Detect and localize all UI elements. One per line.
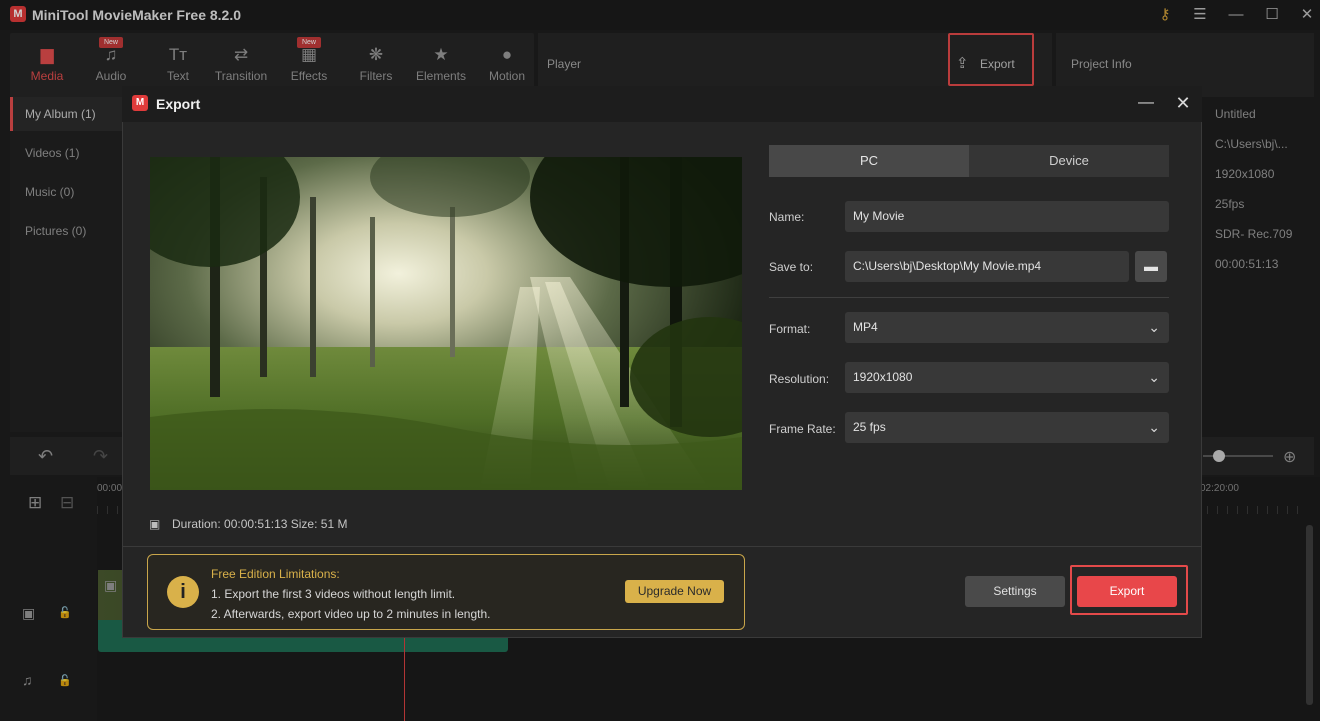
limitations-line-2: 2. Afterwards, export video up to 2 minu… xyxy=(211,607,491,621)
export-dialog-header xyxy=(122,86,1202,122)
tab-pc[interactable]: PC xyxy=(769,145,969,177)
dialog-close-button[interactable]: ✕ xyxy=(1172,92,1194,114)
saveto-label: Save to: xyxy=(769,260,814,274)
name-field[interactable]: My Movie xyxy=(845,201,1169,232)
limitations-title: Free Edition Limitations: xyxy=(211,567,340,581)
chevron-down-icon: ⌄ xyxy=(1148,369,1160,385)
format-value: MP4 xyxy=(853,320,878,334)
framerate-label: Frame Rate: xyxy=(769,422,836,436)
settings-button[interactable]: Settings xyxy=(965,576,1065,607)
chevron-down-icon: ⌄ xyxy=(1148,319,1160,335)
saveto-field[interactable]: C:\Users\bj\Desktop\My Movie.mp4 xyxy=(845,251,1129,282)
format-select[interactable]: MP4 ⌄ xyxy=(845,312,1169,343)
tab-device[interactable]: Device xyxy=(969,145,1169,177)
divider xyxy=(769,297,1169,298)
limitations-line-1: 1. Export the first 3 videos without len… xyxy=(211,587,456,601)
dialog-footer-divider xyxy=(123,546,1201,547)
video-preview xyxy=(150,157,742,490)
folder-browse-button[interactable]: ▬ xyxy=(1135,251,1167,282)
export-logo-icon: M xyxy=(132,95,148,111)
duration-size-text: Duration: 00:00:51:13 Size: 51 M xyxy=(172,517,348,531)
framerate-value: 25 fps xyxy=(853,420,886,434)
info-icon: i xyxy=(167,576,199,608)
upgrade-now-button[interactable]: Upgrade Now xyxy=(625,580,724,603)
framerate-select[interactable]: 25 fps ⌄ xyxy=(845,412,1169,443)
export-button[interactable]: Export xyxy=(1077,576,1177,607)
format-label: Format: xyxy=(769,322,811,336)
dialog-minimize-button[interactable]: — xyxy=(1135,92,1157,114)
resolution-label: Resolution: xyxy=(769,372,830,386)
folder-icon: ▬ xyxy=(1144,258,1158,274)
name-label: Name: xyxy=(769,210,805,224)
film-icon: ▣ xyxy=(149,517,161,531)
resolution-select[interactable]: 1920x1080 ⌄ xyxy=(845,362,1169,393)
chevron-down-icon: ⌄ xyxy=(1148,419,1160,435)
forest-preview-image xyxy=(150,157,742,490)
export-dialog-title: Export xyxy=(156,96,201,112)
resolution-value: 1920x1080 xyxy=(853,370,913,384)
